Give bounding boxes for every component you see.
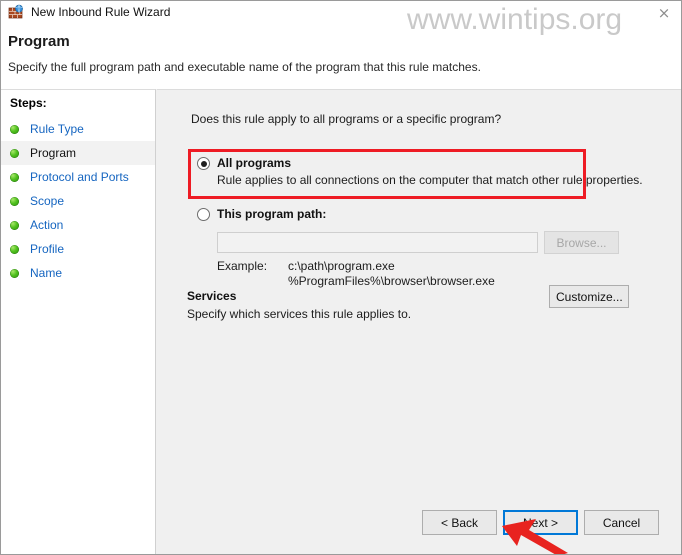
sidebar-item-protocol-and-ports[interactable]: Protocol and Ports — [1, 165, 155, 189]
title-bar: New Inbound Rule Wizard × — [1, 1, 681, 23]
step-bullet-icon — [10, 148, 19, 158]
example-label: Example: — [217, 259, 268, 273]
radio-option-this-program-path[interactable]: This program path: — [197, 207, 326, 221]
services-description: Specify which services this rule applies… — [187, 307, 412, 321]
firewall-globe-icon — [8, 4, 24, 20]
cancel-button[interactable]: Cancel — [584, 510, 659, 535]
sidebar-item-label: Action — [30, 218, 64, 232]
steps-sidebar: Steps: Rule Type Program Protocol and Po… — [1, 89, 156, 554]
page-title: Program — [8, 33, 70, 50]
sidebar-item-label: Name — [30, 266, 63, 280]
radio-option-all-programs[interactable]: All programs Rule applies to all connect… — [197, 156, 643, 187]
browse-button[interactable]: Browse... — [544, 231, 619, 254]
radio-all-programs-description: Rule applies to all connections on the c… — [217, 173, 643, 187]
sidebar-item-label: Protocol and Ports — [30, 170, 129, 184]
step-bullet-icon — [10, 244, 19, 254]
step-bullet-icon — [10, 196, 19, 206]
step-bullet-icon — [10, 124, 19, 134]
radio-all-programs[interactable] — [197, 157, 210, 170]
radio-this-program-path[interactable] — [197, 208, 210, 221]
sidebar-item-action[interactable]: Action — [1, 213, 155, 237]
dialog-footer: < Back Next > Cancel — [157, 496, 681, 554]
body-area: Steps: Rule Type Program Protocol and Po… — [1, 89, 681, 554]
sidebar-item-label: Rule Type — [30, 122, 84, 136]
sidebar-item-label: Scope — [30, 194, 65, 208]
next-button[interactable]: Next > — [503, 510, 578, 535]
sidebar-item-rule-type[interactable]: Rule Type — [1, 117, 155, 141]
steps-heading: Steps: — [10, 96, 47, 110]
sidebar-item-name[interactable]: Name — [1, 261, 155, 285]
radio-this-program-path-label: This program path: — [217, 207, 327, 221]
sidebar-item-profile[interactable]: Profile — [1, 237, 155, 261]
window-title: New Inbound Rule Wizard — [31, 5, 171, 19]
program-path-row: Browse... — [217, 231, 619, 254]
step-bullet-icon — [10, 268, 19, 278]
sidebar-item-scope[interactable]: Scope — [1, 189, 155, 213]
main-pane: Does this rule apply to all programs or … — [157, 89, 681, 554]
question-text: Does this rule apply to all programs or … — [191, 112, 502, 126]
step-bullet-icon — [10, 172, 19, 182]
wizard-window: New Inbound Rule Wizard × Program Specif… — [0, 0, 682, 555]
customize-button[interactable]: Customize... — [549, 285, 629, 308]
page-header: Program Specify the full program path an… — [1, 23, 681, 89]
close-icon[interactable]: × — [653, 3, 675, 23]
page-subtitle: Specify the full program path and execut… — [8, 60, 481, 74]
step-bullet-icon — [10, 220, 19, 230]
sidebar-item-program[interactable]: Program — [1, 141, 155, 165]
back-button[interactable]: < Back — [422, 510, 497, 535]
steps-list: Rule Type Program Protocol and Ports Sco… — [1, 117, 155, 285]
sidebar-item-label: Program — [30, 146, 77, 160]
sidebar-item-label: Profile — [30, 242, 65, 256]
radio-all-programs-label: All programs — [217, 156, 292, 170]
example-values: c:\path\program.exe %ProgramFiles%\brows… — [288, 259, 495, 288]
services-heading: Services — [187, 289, 237, 303]
program-path-input[interactable] — [217, 232, 538, 253]
